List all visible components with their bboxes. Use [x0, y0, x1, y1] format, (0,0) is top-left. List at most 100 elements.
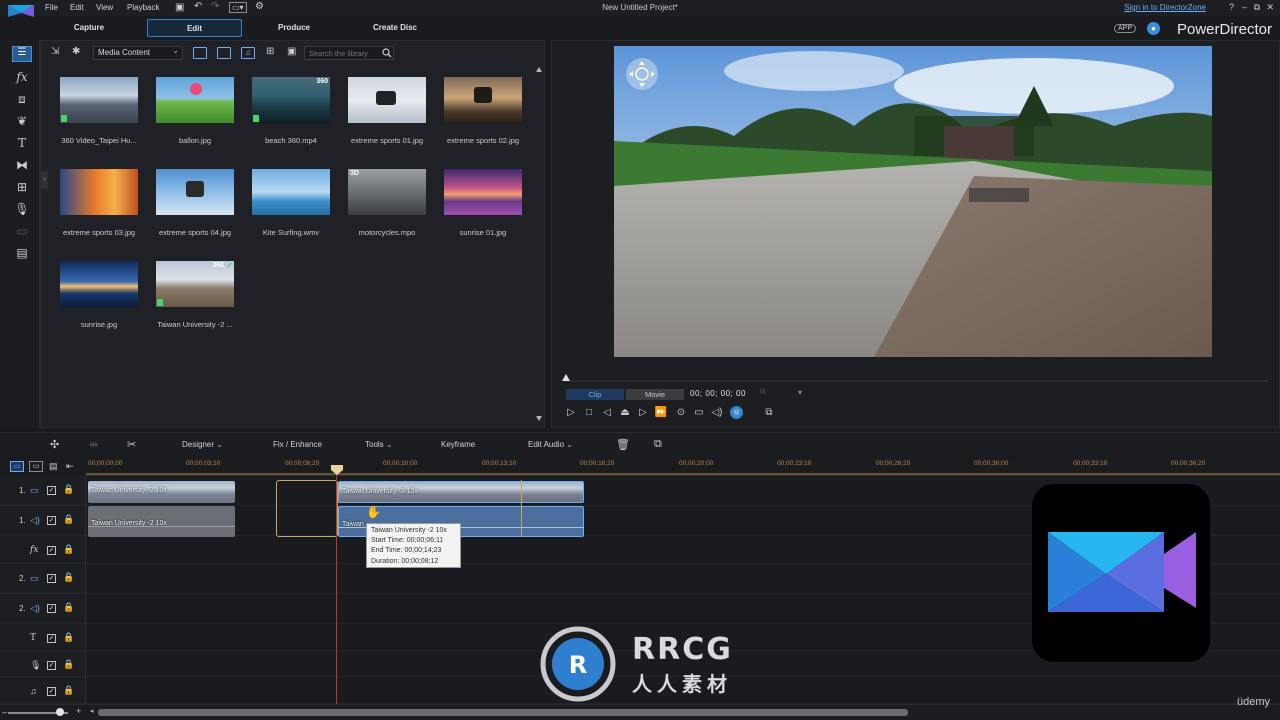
- edit-audio-dropdown[interactable]: Edit Audio: [528, 440, 573, 449]
- media-item[interactable]: sunrise 01.jpg: [441, 169, 525, 249]
- lock-icon[interactable]: 🔒: [63, 484, 74, 495]
- track-enable-checkbox[interactable]: ✓: [47, 604, 56, 613]
- media-item[interactable]: extreme sports 04.jpg: [153, 169, 237, 249]
- split-icon[interactable]: ⏏: [618, 406, 632, 420]
- chapter-room-icon[interactable]: ▭: [14, 224, 30, 240]
- minimize-icon[interactable]: –: [1242, 2, 1247, 12]
- track-enable-checkbox[interactable]: ✓: [47, 574, 56, 583]
- display-settings-icon[interactable]: ▭: [692, 406, 706, 420]
- media-item[interactable]: 360 ✓ Taiwan University -2 ...: [153, 261, 237, 341]
- track-enable-checkbox[interactable]: ✓: [47, 661, 56, 670]
- media-item[interactable]: 360 beach 360.mp4: [249, 77, 333, 157]
- expand-panel-icon[interactable]: ›: [41, 171, 48, 189]
- grid-view-icon[interactable]: ⊞: [266, 46, 274, 57]
- fix-enhance-button[interactable]: Fix / Enhance: [273, 440, 322, 449]
- tab-create-disc[interactable]: Create Disc: [345, 19, 445, 37]
- fx-room-icon[interactable]: fx: [14, 70, 30, 86]
- zoom-in-icon[interactable]: +: [76, 706, 81, 716]
- delete-trash-icon[interactable]: 🗑: [616, 438, 630, 451]
- media-item[interactable]: Kite Surfing.wmv: [249, 169, 333, 249]
- volume-icon[interactable]: ◁): [710, 406, 724, 420]
- title-room-icon[interactable]: T: [14, 136, 30, 152]
- lock-icon[interactable]: 🔒: [63, 659, 74, 670]
- search-icon[interactable]: [382, 48, 392, 58]
- track-enable-checkbox[interactable]: ✓: [47, 687, 56, 696]
- keyframe-button[interactable]: Keyframe: [441, 440, 475, 449]
- track-enable-checkbox[interactable]: ✓: [47, 634, 56, 643]
- magic-tools-icon[interactable]: ✣: [50, 438, 59, 451]
- track-manager-icon[interactable]: ▤: [49, 461, 58, 472]
- timecode-dropdown-icon[interactable]: ▾: [798, 388, 802, 397]
- timecode-display[interactable]: 00; 00; 00; 00: [690, 389, 746, 398]
- designer-dropdown[interactable]: Designer: [182, 440, 223, 449]
- media-item[interactable]: extreme sports 01.jpg: [345, 77, 429, 157]
- tab-produce[interactable]: Produce: [245, 19, 343, 37]
- preview-video[interactable]: [614, 46, 1212, 357]
- timeline-ruler[interactable]: 00;00;00;00 00;00;03;10 00;00;06;20 00;0…: [86, 458, 1280, 476]
- trim-icon[interactable]: ⇹: [89, 438, 98, 451]
- timeline-video-clip-selected[interactable]: Taiwan University -2 10x: [338, 481, 584, 503]
- media-item[interactable]: extreme sports 02.jpg: [441, 77, 525, 157]
- lock-icon[interactable]: 🔒: [63, 632, 74, 643]
- track-enable-checkbox[interactable]: ✓: [47, 486, 56, 495]
- particle-room-icon[interactable]: ❦: [14, 114, 30, 130]
- timeline-video-clip[interactable]: Taiwan University -2 10x: [88, 481, 235, 503]
- track-enable-checkbox[interactable]: ✓: [47, 516, 56, 525]
- plugins-icon[interactable]: ✱: [72, 46, 80, 57]
- zoom-out-icon[interactable]: –: [2, 707, 7, 717]
- movie-mode-tab[interactable]: Movie: [626, 389, 684, 400]
- lock-icon[interactable]: 🔒: [63, 544, 74, 555]
- scroll-left-icon[interactable]: ◂: [90, 707, 94, 715]
- import-media-icon[interactable]: ⇲: [51, 46, 59, 57]
- more-features-icon[interactable]: ⧉: [654, 438, 662, 451]
- previous-frame-icon[interactable]: ◁: [600, 406, 614, 420]
- fast-forward-icon[interactable]: ⏩: [654, 406, 668, 420]
- subtitle-room-icon[interactable]: ▤: [14, 246, 30, 262]
- lock-icon[interactable]: 🔒: [63, 602, 74, 613]
- library-menu-icon[interactable]: ▣: [287, 46, 296, 57]
- transition-room-icon[interactable]: ⧓: [14, 158, 30, 174]
- app-badge[interactable]: APP: [1114, 24, 1137, 33]
- library-scrollbar[interactable]: [536, 67, 542, 421]
- lock-icon[interactable]: 🔒: [63, 572, 74, 583]
- timeline-view-icon[interactable]: ▭: [10, 461, 24, 472]
- filter-video-icon[interactable]: [193, 47, 207, 59]
- lock-icon[interactable]: 🔒: [63, 685, 74, 696]
- storyboard-view-icon[interactable]: ▭: [29, 461, 43, 472]
- media-item[interactable]: 360 Video_Taipei Hu...: [57, 77, 141, 157]
- restore-icon[interactable]: ⧉: [1254, 2, 1260, 13]
- next-frame-icon[interactable]: ▷: [636, 406, 650, 420]
- media-room-icon[interactable]: ☰: [12, 46, 32, 62]
- account-icon[interactable]: ●: [1147, 22, 1160, 35]
- tab-capture[interactable]: Capture: [40, 19, 138, 37]
- media-content-select[interactable]: Media Content: [93, 45, 183, 60]
- lock-icon[interactable]: 🔒: [63, 514, 74, 525]
- close-icon[interactable]: ✕: [1266, 2, 1274, 13]
- signin-link[interactable]: Sign in to DirectorZone: [1124, 3, 1206, 12]
- playhead-handle[interactable]: [331, 465, 343, 475]
- library-search-input[interactable]: [304, 46, 394, 60]
- media-item[interactable]: sunrise.jpg: [57, 261, 141, 341]
- 360-view-icon[interactable]: ◎: [730, 406, 743, 419]
- tools-dropdown[interactable]: Tools: [365, 440, 393, 449]
- timeline-audio-clip[interactable]: Taiwan University -2 10x: [88, 506, 235, 537]
- audio-mixing-room-icon[interactable]: ⊞: [14, 180, 30, 196]
- tab-edit[interactable]: Edit: [147, 19, 242, 37]
- filter-audio-icon[interactable]: ♫: [241, 47, 255, 59]
- help-icon[interactable]: ?: [1229, 2, 1234, 12]
- split-scissors-icon[interactable]: ✂: [127, 438, 136, 451]
- filter-image-icon[interactable]: [217, 47, 231, 59]
- stop-icon[interactable]: □: [582, 406, 596, 420]
- pip-room-icon[interactable]: ⧈: [14, 92, 30, 108]
- track-enable-checkbox[interactable]: ✓: [47, 546, 56, 555]
- clip-mode-tab[interactable]: Clip: [566, 389, 624, 400]
- 360-navigation-icon[interactable]: [626, 58, 658, 90]
- media-item[interactable]: ballon.jpg: [153, 77, 237, 157]
- media-item[interactable]: extreme sports 03.jpg: [57, 169, 141, 249]
- undock-preview-icon[interactable]: ⧉: [762, 406, 776, 420]
- zoom-slider-thumb[interactable]: [56, 708, 64, 716]
- preview-scrub-bar[interactable]: [562, 372, 1272, 382]
- media-item[interactable]: 3D motorcycles.mpo: [345, 169, 429, 249]
- timeline-horizontal-scrollbar[interactable]: [98, 709, 908, 716]
- voiceover-room-icon[interactable]: 🎙: [14, 202, 30, 218]
